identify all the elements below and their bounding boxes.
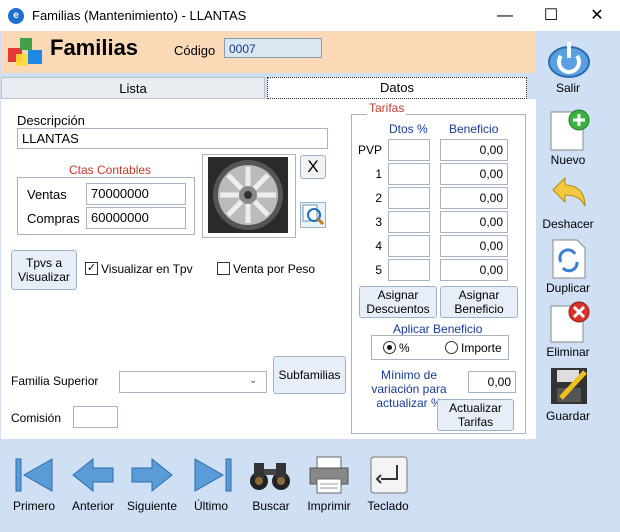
guardar-label[interactable]: Guardar: [533, 409, 603, 423]
close-button[interactable]: ✕: [574, 0, 620, 31]
buscar-label[interactable]: Buscar: [238, 499, 304, 513]
siguiente-label[interactable]: Siguiente: [119, 499, 185, 513]
wheel-rim-icon: [208, 157, 288, 233]
tab-lista[interactable]: Lista: [1, 77, 265, 99]
familia-superior-select[interactable]: [119, 371, 267, 393]
tarifa-dto-field[interactable]: [388, 139, 430, 161]
power-icon[interactable]: [547, 36, 591, 80]
undo-icon[interactable]: [547, 172, 591, 216]
compras-field[interactable]: 60000000: [86, 207, 186, 229]
tpvs-visualizar-button[interactable]: Tpvs a Visualizar: [11, 250, 77, 290]
comision-field[interactable]: [73, 406, 118, 428]
tarifa-row-label: 5: [375, 263, 382, 277]
ctas-contables-title: Ctas Contables: [67, 163, 154, 177]
app-icon: e: [8, 8, 24, 24]
familia-superior-label: Familia Superior: [11, 374, 99, 388]
teclado-label[interactable]: Teclado: [355, 499, 421, 513]
minimo-variacion-field[interactable]: 0,00: [468, 371, 516, 393]
codigo-label: Código: [174, 43, 216, 58]
importe-radio-label: Importe: [461, 341, 502, 355]
tarifa-row-label: PVP: [357, 143, 382, 157]
eliminar-label[interactable]: Eliminar: [533, 345, 603, 359]
tarifa-row-label: 2: [375, 191, 382, 205]
tarifa-dto-field[interactable]: [388, 187, 430, 209]
ventas-field[interactable]: 70000000: [86, 183, 186, 205]
tarifa-beneficio-field[interactable]: 0,00: [440, 187, 508, 209]
salir-label[interactable]: Salir: [533, 81, 603, 95]
tab-datos[interactable]: Datos: [267, 77, 527, 99]
first-record-icon[interactable]: [12, 455, 56, 495]
clear-image-button[interactable]: X: [300, 155, 326, 179]
tarifa-dto-field[interactable]: [388, 259, 430, 281]
tarifa-beneficio-field[interactable]: 0,00: [440, 163, 508, 185]
tarifa-beneficio-field[interactable]: 0,00: [440, 235, 508, 257]
ventas-label: Ventas: [27, 187, 67, 202]
beneficio-column-header: Beneficio: [449, 122, 499, 136]
magnifier-icon: [302, 204, 325, 226]
compras-label: Compras: [27, 211, 80, 226]
tarifa-dto-field[interactable]: [388, 235, 430, 257]
last-record-icon[interactable]: [191, 455, 235, 495]
delete-icon[interactable]: [547, 300, 591, 344]
ultimo-label[interactable]: Último: [178, 499, 244, 513]
dtos-column-header: Dtos %: [389, 122, 428, 136]
actualizar-tarifas-button[interactable]: Actualizar Tarifas: [437, 399, 514, 431]
chevron-down-icon: ⌄: [249, 375, 258, 386]
tarifa-beneficio-field[interactable]: 0,00: [440, 139, 508, 161]
asignar-beneficio-button[interactable]: Asignar Beneficio: [440, 286, 518, 318]
asignar-descuentos-button[interactable]: Asignar Descuentos: [359, 286, 437, 318]
duplicar-label[interactable]: Duplicar: [533, 281, 603, 295]
imprimir-label[interactable]: Imprimir: [296, 499, 362, 513]
cubes-logo-icon: [8, 38, 42, 66]
previous-record-icon[interactable]: [71, 455, 115, 495]
comision-label: Comisión: [11, 411, 62, 425]
anterior-label[interactable]: Anterior: [60, 499, 126, 513]
new-document-icon[interactable]: [547, 108, 591, 152]
aplicar-beneficio-title: Aplicar Beneficio: [393, 322, 483, 336]
binoculars-icon[interactable]: [248, 455, 292, 495]
percent-radio[interactable]: [383, 341, 396, 354]
visualizar-tpv-label: Visualizar en Tpv: [101, 262, 193, 276]
deshacer-label[interactable]: Deshacer: [533, 217, 603, 231]
duplicate-icon[interactable]: [547, 236, 591, 280]
tarifa-beneficio-field[interactable]: 0,00: [440, 211, 508, 233]
subfamilias-button[interactable]: Subfamilias: [273, 356, 346, 394]
descripcion-label: Descripción: [17, 113, 85, 128]
primero-label[interactable]: Primero: [1, 499, 67, 513]
printer-icon[interactable]: [307, 455, 351, 495]
venta-peso-label: Venta por Peso: [233, 262, 316, 276]
window-title: Familias (Mantenimiento) - LLANTAS: [32, 8, 247, 23]
minimize-button[interactable]: —: [482, 0, 528, 31]
tarifa-beneficio-field[interactable]: 0,00: [440, 259, 508, 281]
tarifa-dto-field[interactable]: [388, 163, 430, 185]
percent-radio-label: %: [399, 341, 410, 355]
save-icon[interactable]: [547, 364, 591, 408]
page-title: Familias: [50, 35, 139, 60]
importe-radio[interactable]: [445, 341, 458, 354]
tarifa-row-label: 4: [375, 239, 382, 253]
tarifa-row-label: 3: [375, 215, 382, 229]
nuevo-label[interactable]: Nuevo: [533, 153, 603, 167]
keyboard-enter-icon[interactable]: [367, 455, 411, 495]
familia-image: [202, 154, 296, 238]
venta-peso-checkbox[interactable]: [217, 262, 230, 275]
next-record-icon[interactable]: [130, 455, 174, 495]
tarifa-row-label: 1: [375, 167, 382, 181]
descripcion-field[interactable]: LLANTAS: [17, 128, 328, 149]
search-image-button[interactable]: [300, 202, 326, 228]
codigo-field[interactable]: 0007: [224, 38, 322, 58]
tarifas-title: Tarifas: [367, 101, 407, 115]
tarifa-dto-field[interactable]: [388, 211, 430, 233]
maximize-button[interactable]: ☐: [528, 0, 574, 31]
visualizar-tpv-checkbox[interactable]: ✓: [85, 262, 98, 275]
